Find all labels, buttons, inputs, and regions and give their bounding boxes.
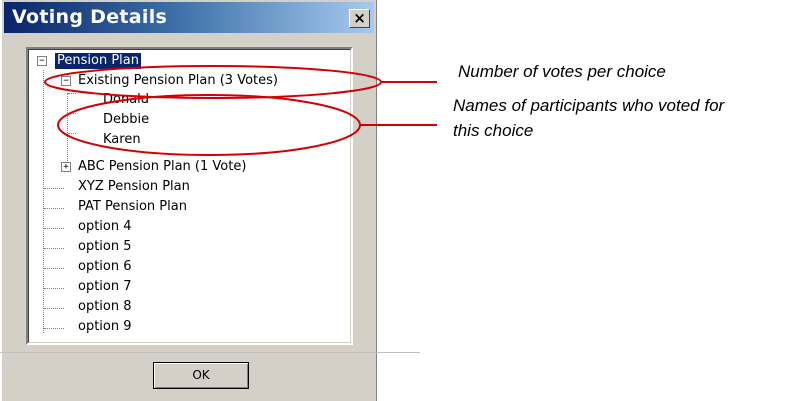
tree-item-voter-debbie[interactable]: Debbie	[103, 112, 149, 128]
annotation-votes-per-choice: Number of votes per choice	[458, 62, 666, 81]
tree-connector-voters	[67, 93, 68, 161]
tree-connector	[68, 133, 76, 134]
tree-item-option-8[interactable]: option 8	[78, 299, 132, 315]
divider-line	[0, 352, 420, 353]
tree-item-option-9[interactable]: option 9	[78, 319, 132, 335]
tree-item-option-7[interactable]: option 7	[78, 279, 132, 295]
tree-item-pat-pension-plan[interactable]: PAT Pension Plan	[78, 199, 187, 215]
tree-item-option-4[interactable]: option 4	[78, 219, 132, 235]
tree-connector	[44, 288, 64, 289]
collapse-icon[interactable]: −	[37, 56, 47, 66]
tree-item-option-5[interactable]: option 5	[78, 239, 132, 255]
collapse-icon[interactable]: −	[61, 76, 71, 86]
tree-item-xyz-pension-plan[interactable]: XYZ Pension Plan	[78, 179, 190, 195]
tree-connector	[44, 188, 64, 189]
tree-inner-border	[28, 49, 351, 343]
tree-item-option-6[interactable]: option 6	[78, 259, 132, 275]
dialog-title: Voting Details	[12, 6, 168, 28]
expand-icon[interactable]: +	[61, 162, 71, 172]
tree-connector	[68, 93, 76, 94]
tree-item-abc-pension-plan[interactable]: ABC Pension Plan (1 Vote)	[78, 159, 246, 175]
ok-button[interactable]: OK	[153, 362, 249, 389]
tree-connector	[44, 208, 64, 209]
tree-item-existing-pension-plan[interactable]: Existing Pension Plan (3 Votes)	[78, 73, 278, 89]
voting-details-dialog: Voting Details × − Pension Plan − Existi…	[2, 0, 377, 401]
voting-tree[interactable]: − Pension Plan − Existing Pension Plan (…	[26, 47, 353, 345]
tree-connector	[44, 268, 64, 269]
tree-connector	[68, 113, 76, 114]
annotation-voter-names-line2: this choice	[453, 121, 534, 140]
tree-connector-main	[43, 70, 44, 333]
tree-connector	[44, 328, 64, 329]
tree-item-voter-donald[interactable]: Donald	[103, 92, 149, 108]
tree-root-pension-plan[interactable]: Pension Plan	[55, 53, 141, 69]
tree-connector	[44, 308, 64, 309]
close-button[interactable]: ×	[349, 9, 370, 28]
annotation-voter-names-line1: Names of participants who voted for	[453, 96, 725, 115]
title-bar[interactable]: Voting Details ×	[4, 2, 374, 33]
tree-connector	[44, 228, 64, 229]
tree-item-voter-karen[interactable]: Karen	[103, 132, 141, 148]
tree-connector	[44, 248, 64, 249]
